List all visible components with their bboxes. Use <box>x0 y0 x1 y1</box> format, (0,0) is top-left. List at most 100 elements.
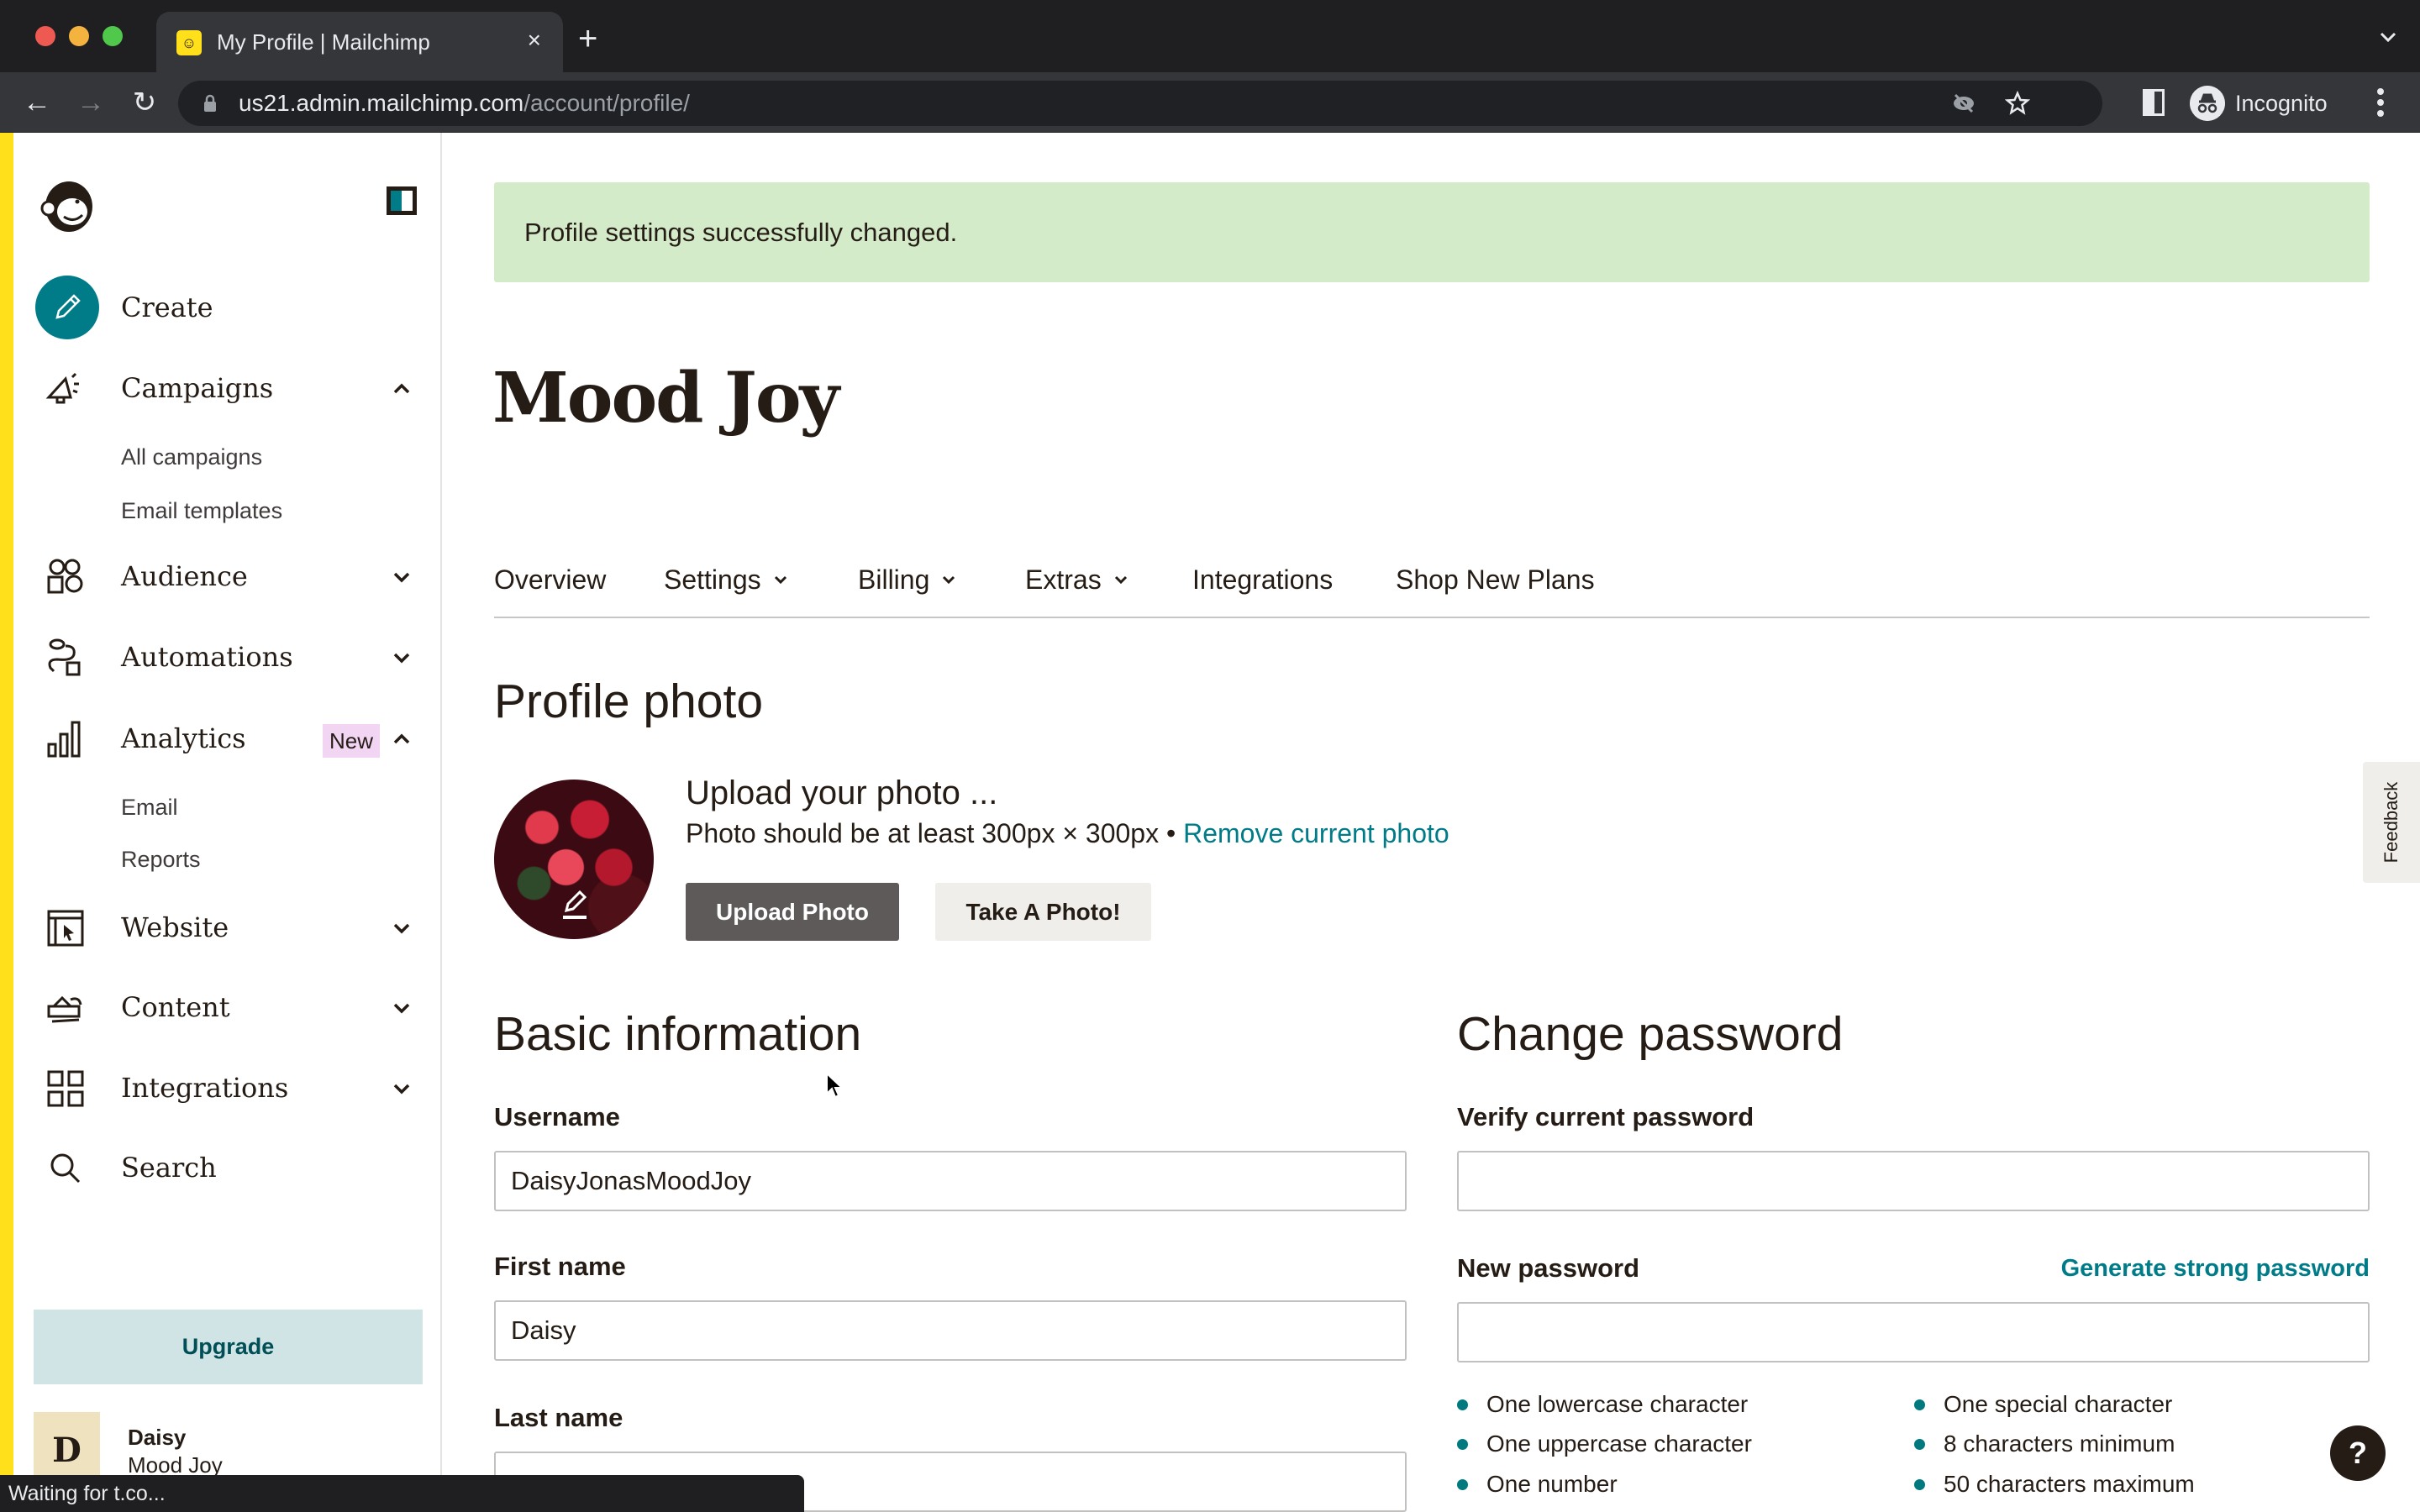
sidebar-item-label: Integrations <box>121 1072 289 1104</box>
tab-shop-new-plans[interactable]: Shop New Plans <box>1396 561 1595 598</box>
sidebar-item-create[interactable]: Create <box>34 276 420 339</box>
browser-tab-strip: ☺ My Profile | Mailchimp × + <box>0 0 2420 72</box>
new-password-label: New password <box>1457 1253 1640 1283</box>
sidebar-item-label: Automations <box>121 641 293 673</box>
main-content: Profile settings successfully changed. M… <box>444 133 2420 1512</box>
tab-close-button[interactable]: × <box>528 25 541 55</box>
new-password-input[interactable] <box>1457 1302 2370 1362</box>
browser-menu-icon[interactable] <box>2376 87 2385 118</box>
remove-photo-link[interactable]: Remove current photo <box>1183 818 1449 848</box>
chevron-up-icon[interactable] <box>392 379 412 399</box>
take-photo-button[interactable]: Take A Photo! <box>935 883 1151 941</box>
sidebar-item-automations[interactable]: Automations <box>34 627 420 686</box>
password-requirement: 8 characters minimum <box>1914 1429 2175 1459</box>
close-window-button[interactable] <box>35 26 55 46</box>
incognito-icon <box>2190 86 2225 121</box>
sidebar-item-integrations[interactable]: Integrations <box>34 1058 420 1117</box>
back-arrow-icon[interactable]: ← <box>18 84 55 121</box>
sidebar: Create Campaigns All campaigns Email tem… <box>0 133 442 1512</box>
profile-photo[interactable] <box>494 780 654 939</box>
mailchimp-logo-icon[interactable] <box>34 168 101 235</box>
sidebar-item-label: Campaigns <box>121 372 274 404</box>
bullet-icon <box>1914 1399 1925 1410</box>
chevron-down-icon[interactable] <box>392 918 412 938</box>
browser-toolbar: ← → ↻ us21.admin.mailchimp.com/account/p… <box>0 72 2420 133</box>
browser-tab-active[interactable]: ☺ My Profile | Mailchimp × <box>156 12 563 72</box>
feedback-tab[interactable]: Feedback <box>2363 762 2420 883</box>
analytics-icon <box>47 721 81 758</box>
chevron-up-icon[interactable] <box>392 729 412 749</box>
help-button[interactable]: ? <box>2330 1425 2386 1481</box>
tab-billing[interactable]: Billing <box>858 561 956 598</box>
account-name[interactable]: Daisy <box>128 1425 186 1451</box>
chevron-down-icon <box>774 575 786 585</box>
sidebar-item-label: Audience <box>121 560 248 592</box>
upgrade-button[interactable]: Upgrade <box>34 1310 423 1384</box>
basic-info-heading: Basic information <box>494 1007 862 1061</box>
eye-off-icon[interactable] <box>1951 91 1976 116</box>
incognito-label: Incognito <box>2235 91 2328 116</box>
sidebar-subitem-all-campaigns[interactable]: All campaigns <box>121 442 262 472</box>
address-bar[interactable]: us21.admin.mailchimp.com/account/profile… <box>178 81 2102 126</box>
sidebar-item-website[interactable]: Website <box>34 898 420 957</box>
username-input[interactable] <box>494 1151 1407 1211</box>
sidebar-item-audience[interactable]: Audience <box>34 547 420 606</box>
success-message: Profile settings successfully changed. <box>524 218 958 247</box>
upload-photo-title: Upload your photo ... <box>686 774 998 811</box>
sidebar-item-content[interactable]: Content <box>34 978 420 1037</box>
feedback-label: Feedback <box>2381 781 2402 864</box>
sidebar-item-campaigns[interactable]: Campaigns <box>34 359 420 417</box>
edit-pencil-icon[interactable] <box>560 887 590 921</box>
browser-status-bar: Waiting for t.co... <box>0 1475 804 1512</box>
incognito-profile-button[interactable]: Incognito <box>2181 81 2344 126</box>
tab-title: My Profile | Mailchimp <box>217 29 430 55</box>
tab-overview[interactable]: Overview <box>494 561 606 598</box>
sidebar-subitem-reports[interactable]: Reports <box>121 844 201 874</box>
chevron-down-icon[interactable] <box>392 567 412 587</box>
change-password-heading: Change password <box>1457 1007 1844 1061</box>
sidebar-item-search[interactable]: Search <box>34 1138 420 1197</box>
collapse-sidebar-toggle[interactable] <box>387 186 417 215</box>
last-name-label: Last name <box>494 1403 623 1432</box>
brand-stripe <box>0 133 13 1512</box>
chevron-down-icon[interactable] <box>392 1079 412 1099</box>
url-text: us21.admin.mailchimp.com/account/profile… <box>239 90 690 116</box>
tab-extras[interactable]: Extras <box>1025 561 1128 598</box>
automations-icon <box>48 638 81 676</box>
first-name-label: First name <box>494 1252 626 1281</box>
upload-photo-button[interactable]: Upload Photo <box>686 883 899 941</box>
audience-icon <box>47 559 83 594</box>
status-text: Waiting for t.co... <box>8 1482 166 1505</box>
side-panel-icon[interactable] <box>2143 89 2165 116</box>
avatar-initial: D <box>52 1431 82 1470</box>
forward-arrow-icon[interactable]: → <box>72 84 109 121</box>
success-banner: Profile settings successfully changed. <box>494 182 2370 282</box>
tab-search-chevron-icon[interactable] <box>2378 27 2398 47</box>
generate-password-link[interactable]: Generate strong password <box>2061 1252 2370 1285</box>
create-button-circle <box>35 276 99 339</box>
password-requirement: One number <box>1457 1469 1618 1499</box>
account-subnav: Overview Settings Billing Extras Integra… <box>494 553 2370 618</box>
reload-icon[interactable]: ↻ <box>126 84 163 121</box>
username-label: Username <box>494 1102 620 1131</box>
mailchimp-favicon-icon: ☺ <box>176 30 202 55</box>
sidebar-item-analytics[interactable]: Analytics New <box>34 709 420 768</box>
tab-settings[interactable]: Settings <box>664 561 788 598</box>
minimize-window-button[interactable] <box>69 26 89 46</box>
sidebar-subitem-email-templates[interactable]: Email templates <box>121 496 282 526</box>
pencil-icon <box>55 294 81 319</box>
sidebar-item-label: Analytics <box>121 722 246 754</box>
new-tab-button[interactable]: + <box>578 22 597 55</box>
bullet-icon <box>1457 1399 1468 1410</box>
search-icon <box>50 1153 81 1184</box>
sidebar-item-label: Search <box>121 1152 217 1184</box>
chevron-down-icon[interactable] <box>392 648 412 668</box>
bookmark-star-icon[interactable] <box>2005 91 2030 116</box>
maximize-window-button[interactable] <box>103 26 123 46</box>
chevron-down-icon[interactable] <box>392 998 412 1018</box>
first-name-input[interactable] <box>494 1300 1407 1361</box>
password-requirement: One lowercase character <box>1457 1389 1748 1420</box>
sidebar-subitem-email[interactable]: Email <box>121 792 178 822</box>
tab-integrations[interactable]: Integrations <box>1192 561 1333 598</box>
current-password-input[interactable] <box>1457 1151 2370 1211</box>
